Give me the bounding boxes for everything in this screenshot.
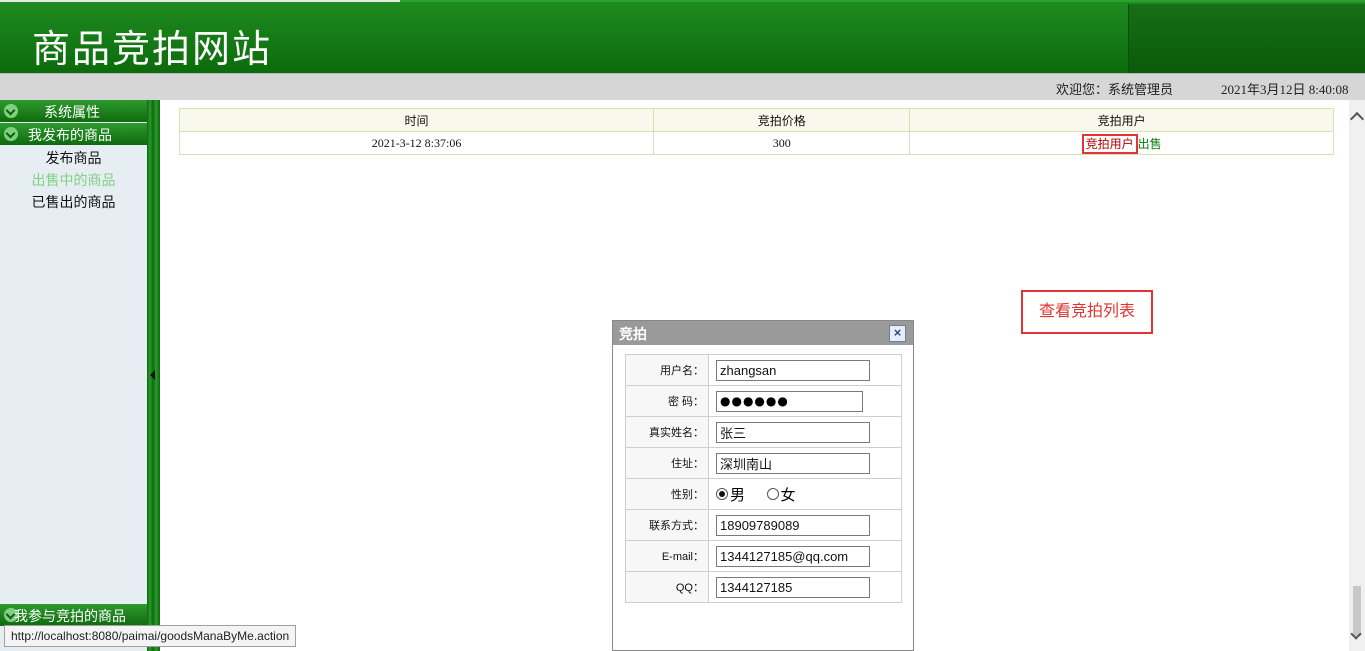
- site-header: 商品竞拍网站: [0, 0, 1365, 74]
- site-title: 商品竞拍网站: [32, 27, 273, 71]
- sidebar-item-on-sale[interactable]: 出售中的商品: [0, 170, 147, 190]
- form-row: 联系方式：: [625, 509, 902, 541]
- datetime-text: 2021年3月12日 8:40:08: [1221, 82, 1349, 97]
- sell-link[interactable]: 出售: [1138, 137, 1162, 151]
- header-decoration: [1128, 4, 1365, 74]
- bid-price-cell: 300: [653, 131, 911, 155]
- sidebar-splitter[interactable]: [147, 100, 160, 651]
- form-row: 密 码： ●●●●●●: [625, 385, 902, 417]
- realname-field[interactable]: [716, 421, 870, 443]
- collapse-arrow-icon[interactable]: [150, 370, 155, 380]
- gender-male-label: 男: [730, 486, 746, 504]
- bid-user-cell: 竞拍用户 出售: [909, 131, 1334, 155]
- welcome-text: 欢迎您：系统管理员: [1056, 82, 1174, 97]
- email-field[interactable]: [716, 545, 870, 567]
- top-strip: [0, 0, 400, 2]
- scroll-up-icon[interactable]: [1349, 111, 1365, 127]
- gender-male-radio[interactable]: [716, 488, 728, 500]
- password-field[interactable]: ●●●●●●: [716, 390, 863, 412]
- table-row: 2021-3-12 8:37:06 300 竞拍用户 出售: [178, 131, 1334, 155]
- chevron-down-icon: [4, 127, 18, 141]
- table-header-row: 时间 竞拍价格 竞拍用户: [178, 108, 1334, 132]
- address-label: 住址：: [625, 447, 709, 479]
- username-field[interactable]: [716, 359, 870, 381]
- phone-label: 联系方式：: [625, 509, 709, 541]
- bid-list-table: 时间 竞拍价格 竞拍用户 2021-3-12 8:37:06 300 竞拍用户出…: [178, 108, 1334, 155]
- username-label: 用户名：: [625, 354, 709, 386]
- sidebar-item-sold[interactable]: 已售出的商品: [0, 192, 147, 212]
- annotation-callout: 查看竞拍列表: [1021, 290, 1153, 334]
- dialog-titlebar[interactable]: 竞拍 ×: [613, 321, 913, 345]
- bid-time-cell: 2021-3-12 8:37:06: [178, 131, 655, 155]
- section-label: 系统属性: [44, 104, 100, 120]
- form-row: 性别： 男 女: [625, 478, 902, 510]
- qq-field[interactable]: [716, 576, 870, 598]
- form-row: E-mail：: [625, 540, 902, 572]
- form-row: QQ：: [625, 571, 902, 603]
- realname-label: 真实姓名：: [625, 416, 709, 448]
- info-bar: 欢迎您：系统管理员 2021年3月12日 8:40:08: [0, 73, 1365, 100]
- bid-user-link[interactable]: 竞拍用户: [1081, 133, 1138, 154]
- form-row: 住址：: [625, 447, 902, 479]
- sidebar-section-my-goods[interactable]: 我发布的商品: [0, 123, 147, 145]
- status-url-tooltip: http://localhost:8080/paimai/goodsManaBy…: [4, 625, 297, 647]
- dialog-title: 竞拍: [619, 326, 647, 342]
- app-root: 商品竞拍网站 欢迎您：系统管理员 2021年3月12日 8:40:08 系统属性…: [0, 0, 1365, 651]
- vertical-scrollbar[interactable]: [1349, 100, 1365, 651]
- phone-field[interactable]: [716, 514, 870, 536]
- user-info-form: 用户名： 密 码： ●●●●●● 真实姓名： 住址： 性别： 男 女: [625, 354, 902, 603]
- gender-female-label: 女: [780, 486, 796, 504]
- gender-female-radio[interactable]: [766, 488, 779, 500]
- address-field[interactable]: [716, 452, 870, 474]
- sidebar: 系统属性 我发布的商品 发布商品 出售中的商品 已售出的商品 我参与竞拍的商品: [0, 100, 147, 651]
- chevron-down-icon: [4, 104, 18, 118]
- form-row: 用户名：: [625, 354, 902, 386]
- email-label: E-mail：: [625, 540, 709, 572]
- bid-dialog: 竞拍 × 用户名： 密 码： ●●●●●● 真实姓名： 住址： 性别：: [612, 320, 914, 651]
- sidebar-item-publish[interactable]: 发布商品: [0, 148, 147, 168]
- sidebar-section-my-bids[interactable]: 我参与竞拍的商品: [0, 604, 147, 626]
- column-header-price: 竞拍价格: [653, 108, 911, 132]
- section-label: 我参与竞拍的商品: [14, 608, 126, 624]
- qq-label: QQ：: [625, 571, 709, 603]
- close-icon[interactable]: ×: [889, 325, 906, 342]
- section-label: 我发布的商品: [28, 127, 112, 143]
- column-header-user: 竞拍用户: [909, 108, 1334, 132]
- column-header-time: 时间: [178, 108, 655, 132]
- form-row: 真实姓名：: [625, 416, 902, 448]
- sidebar-section-system[interactable]: 系统属性: [0, 100, 147, 122]
- gender-label: 性别：: [625, 478, 709, 510]
- password-label: 密 码：: [625, 385, 709, 417]
